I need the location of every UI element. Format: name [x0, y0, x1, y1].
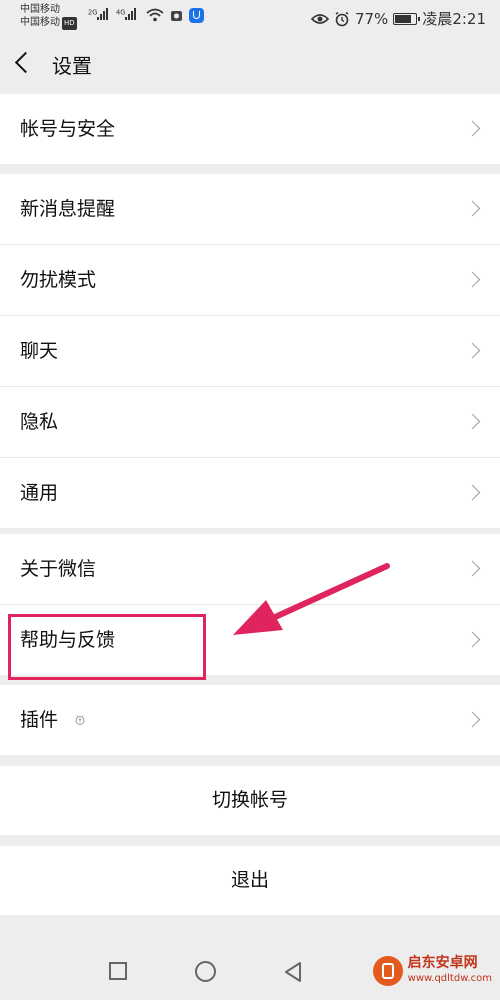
- logout-button[interactable]: 退出: [0, 846, 500, 915]
- chevron-right-icon: [464, 342, 481, 359]
- carrier-info: 中国移动 中国移动 HD: [20, 3, 77, 30]
- hd-badge: HD: [62, 17, 77, 30]
- settings-group-general: 新消息提醒 勿扰模式 聊天 隐私 通用: [0, 174, 500, 528]
- signal-2g-indicator: 2G: [88, 8, 109, 20]
- settings-item-general[interactable]: 通用: [0, 458, 500, 528]
- back-triangle-icon[interactable]: [283, 961, 303, 983]
- watermark-logo-icon: [372, 956, 403, 986]
- signal-4g-indicator: 4G: [116, 8, 137, 20]
- chevron-right-icon: [464, 560, 481, 577]
- settings-item-label: 聊天: [20, 340, 59, 362]
- status-bar: 中国移动 中国移动 HD 2G 4G 77% 凌晨2:21: [0, 0, 500, 36]
- status-right-group: 77% 凌晨2:21: [310, 8, 486, 29]
- alarm-icon: [335, 11, 349, 26]
- chevron-right-icon: [464, 120, 481, 137]
- notification-app-icon: [171, 11, 182, 21]
- system-nav-bar: 启东安卓网 www.qdltdw.com: [0, 944, 500, 1000]
- settings-group-plugins: 插件: [0, 685, 500, 755]
- battery-percent: 77%: [354, 9, 389, 28]
- settings-item-account-security[interactable]: 帐号与安全: [0, 94, 500, 164]
- chevron-right-icon: [464, 413, 481, 430]
- settings-item-label: 帐号与安全: [20, 118, 116, 140]
- settings-item-do-not-disturb[interactable]: 勿扰模式: [0, 245, 500, 316]
- recent-apps-icon[interactable]: [109, 962, 127, 980]
- watermark-url: www.qdltdw.com: [407, 973, 492, 984]
- plugin-badge-icon: [75, 715, 85, 725]
- title-bar: 设置: [0, 36, 500, 94]
- settings-item-about[interactable]: 关于微信: [0, 534, 500, 605]
- settings-item-chats[interactable]: 聊天: [0, 316, 500, 387]
- chevron-right-icon: [464, 271, 481, 288]
- settings-item-notifications[interactable]: 新消息提醒: [0, 174, 500, 245]
- chevron-right-icon: [464, 711, 481, 728]
- switch-account-button[interactable]: 切换帐号: [0, 766, 500, 835]
- settings-item-label: 勿扰模式: [20, 269, 97, 291]
- signal-4g-label: 4G: [116, 8, 126, 17]
- chevron-right-icon: [464, 200, 481, 217]
- chevron-right-icon: [464, 484, 481, 501]
- settings-item-label: 关于微信: [20, 558, 97, 580]
- settings-item-label: 插件: [20, 709, 59, 731]
- settings-group-account: 帐号与安全: [0, 94, 500, 164]
- settings-item-label: 隐私: [20, 411, 59, 433]
- annotation-highlight-box: [8, 614, 206, 680]
- wifi-icon: [146, 8, 164, 22]
- battery-icon: [393, 12, 421, 25]
- home-icon[interactable]: [195, 961, 216, 982]
- page-title: 设置: [52, 54, 92, 78]
- settings-item-label: 通用: [20, 482, 59, 504]
- chevron-right-icon: [464, 631, 481, 648]
- watermark-name: 启东安卓网: [407, 955, 478, 971]
- shield-app-icon: [189, 8, 204, 23]
- eye-icon: [310, 13, 329, 24]
- back-arrow-icon[interactable]: [14, 51, 37, 74]
- settings-item-label: 新消息提醒: [20, 198, 116, 220]
- settings-item-privacy[interactable]: 隐私: [0, 387, 500, 458]
- settings-item-plugins[interactable]: 插件: [0, 685, 500, 755]
- clock-time: 凌晨2:21: [422, 10, 486, 28]
- carrier-2-label: 中国移动: [20, 17, 60, 28]
- watermark: 启东安卓网 www.qdltdw.com: [372, 955, 492, 986]
- carrier-1-label: 中国移动: [20, 4, 60, 15]
- signal-2g-label: 2G: [88, 8, 98, 17]
